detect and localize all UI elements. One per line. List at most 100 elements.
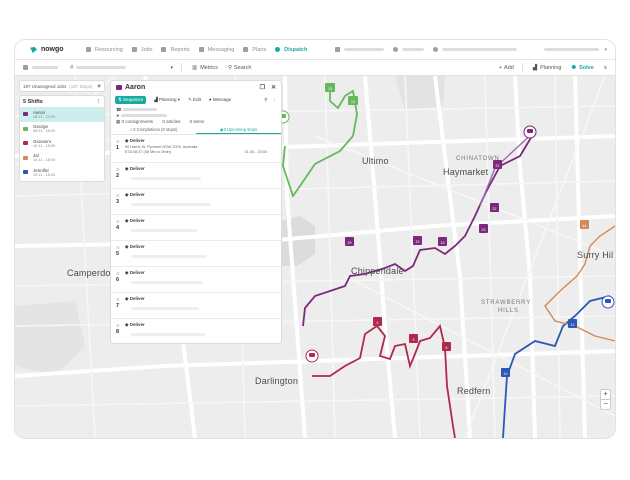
stop-row[interactable]: ☰ 1 ◆ Deliver 50 Harris St, Pyrmont NSW … bbox=[111, 135, 281, 163]
menu-button[interactable]: ≡ bbox=[604, 65, 607, 71]
chevron-down-icon: ▾ bbox=[604, 46, 607, 53]
search-button[interactable]: ⚲ Search bbox=[228, 65, 251, 71]
nav-resourcing[interactable]: Resourcing bbox=[86, 47, 123, 53]
edit-button[interactable]: ✎ Edit bbox=[188, 97, 201, 103]
stop-row[interactable]: ☰ 6 ◆ Deliver bbox=[111, 267, 281, 293]
date-selector[interactable]: # ▾ bbox=[23, 65, 173, 71]
shift-time: 10:11 - 15:00 bbox=[33, 143, 56, 148]
stop-marker[interactable]: 12 bbox=[568, 319, 577, 328]
solve-button[interactable]: ✺ Solve bbox=[571, 65, 593, 71]
stop-row[interactable]: ☰ 3 ◆ Deliver bbox=[111, 189, 281, 215]
placeholder-bar bbox=[121, 114, 168, 117]
depot-pin[interactable] bbox=[601, 295, 615, 309]
more-vertical-icon[interactable]: ⋮ bbox=[273, 97, 278, 103]
map-label-hills: HILLS bbox=[498, 308, 519, 314]
nav-dispatch[interactable]: Dispatch bbox=[275, 47, 307, 53]
eye-icon[interactable]: ◉ bbox=[97, 83, 101, 89]
svg-text:6: 6 bbox=[446, 346, 448, 350]
stop-marker[interactable]: 6 bbox=[442, 342, 451, 351]
stop-marker[interactable]: 4 bbox=[373, 317, 382, 326]
map-label-strawberry: STRAWBERRY bbox=[481, 300, 532, 306]
stop-type: Deliver bbox=[129, 166, 145, 171]
shift-row-aaron[interactable]: Aaron 08:21 - 13:00 bbox=[20, 107, 104, 122]
brand-logo[interactable]: nowgo bbox=[29, 46, 77, 54]
message-icon bbox=[198, 47, 204, 52]
stop-row[interactable]: ☰ 5 ◆ Deliver bbox=[111, 241, 281, 267]
solve-label: Solve bbox=[579, 64, 594, 71]
more-vertical-icon[interactable]: ⋮ bbox=[96, 99, 102, 105]
solve-icon: ✺ bbox=[571, 64, 577, 71]
sequence-button[interactable]: ⇅ Sequence bbox=[115, 95, 147, 104]
nowgo-logo-icon bbox=[29, 46, 38, 53]
filter-placeholder-2[interactable] bbox=[393, 47, 425, 52]
stop-row[interactable]: ☰ 4 ◆ Deliver bbox=[111, 215, 281, 241]
nav-reports[interactable]: Reports bbox=[161, 47, 190, 53]
stop-type: Deliver bbox=[129, 218, 145, 223]
shift-row-jal[interactable]: Jal 10:11 - 15:00 bbox=[20, 151, 104, 166]
drag-handle-icon[interactable]: ☰ bbox=[116, 297, 120, 302]
drag-handle-icon[interactable]: ☰ bbox=[116, 271, 120, 276]
filter-placeholder-1[interactable] bbox=[335, 47, 385, 52]
nav-plans[interactable]: Plans bbox=[243, 47, 266, 53]
stop-marker[interactable]: 22 bbox=[490, 203, 499, 212]
stop-row[interactable]: ☰ 8 ◆ Deliver bbox=[111, 319, 281, 343]
shift-row-giovanni[interactable]: Giovanni 10:11 - 15:00 bbox=[20, 136, 104, 151]
map-view[interactable]: 13 12 22 21 23 13 13 29 4 3 6 10 12 44 U… bbox=[15, 75, 615, 438]
items-count: 0 items bbox=[189, 119, 205, 124]
chevron-down-icon: ▾ bbox=[176, 96, 181, 102]
nav-messaging[interactable]: Messaging bbox=[198, 47, 234, 53]
driver-header: Aaron ❐ ✕ bbox=[111, 81, 281, 94]
zoom-out-button[interactable]: − bbox=[601, 400, 610, 409]
stop-marker[interactable]: 3 bbox=[409, 334, 418, 343]
stop-number: 1 bbox=[116, 145, 120, 151]
placeholder-bar bbox=[131, 281, 203, 284]
zoom-in-button[interactable]: + bbox=[601, 390, 610, 400]
svg-text:13: 13 bbox=[441, 241, 445, 245]
drag-handle-icon[interactable]: ☰ bbox=[116, 219, 120, 224]
planning-dropdown[interactable]: ▟ Planning ▾ bbox=[154, 97, 180, 103]
nav-jobs[interactable]: Jobs bbox=[131, 46, 153, 53]
shift-row-jennifer[interactable]: Jennifer 10:11 - 15:00 bbox=[20, 165, 104, 180]
nav-label: Jobs bbox=[140, 46, 153, 53]
account-menu[interactable]: ▾ bbox=[544, 47, 607, 53]
stop-row[interactable]: ☰ 7 ◆ Deliver bbox=[111, 293, 281, 319]
depot-pin[interactable] bbox=[523, 125, 537, 139]
stop-row[interactable]: ☰ 2 ◆ Deliver bbox=[111, 163, 281, 189]
map-label-chinatown: CHINATOWN bbox=[456, 156, 500, 162]
copy-icon[interactable]: ❐ bbox=[260, 84, 265, 91]
tab-completions[interactable]: ✓ 0 Completions (0 stops) bbox=[111, 125, 196, 134]
search-icon: ⚲ bbox=[227, 64, 232, 71]
add-button[interactable]: + Add bbox=[499, 65, 514, 71]
shift-row-george[interactable]: George 08:21 - 15:00 bbox=[20, 122, 104, 137]
stop-type: Deliver bbox=[129, 270, 145, 275]
drag-handle-icon[interactable]: ☰ bbox=[116, 139, 120, 144]
articles-count: 0 articles bbox=[162, 119, 181, 124]
nav-label: Dispatch bbox=[284, 46, 308, 53]
placeholder-bar bbox=[76, 66, 127, 69]
divider bbox=[521, 63, 523, 72]
svg-text:3: 3 bbox=[413, 338, 415, 342]
drag-handle-icon[interactable]: ☰ bbox=[116, 193, 120, 198]
stop-marker[interactable]: 12 bbox=[348, 96, 358, 105]
unassigned-jobs-button[interactable]: 197 Unassigned Jobs (197 Stops) ◉ bbox=[19, 80, 105, 92]
metrics-button[interactable]: ▥ Metrics bbox=[192, 65, 218, 71]
search-icon[interactable]: ⚲ bbox=[264, 97, 267, 103]
planning-button[interactable]: ▟ Planning bbox=[533, 65, 562, 71]
svg-text:4: 4 bbox=[377, 321, 379, 325]
stop-marker[interactable]: 13 bbox=[325, 83, 335, 92]
stop-marker[interactable]: 13 bbox=[413, 236, 422, 245]
drag-handle-icon[interactable]: ☰ bbox=[116, 167, 120, 172]
svg-text:10: 10 bbox=[504, 372, 508, 376]
drag-handle-icon[interactable]: ☰ bbox=[116, 323, 120, 328]
depot-pin[interactable] bbox=[305, 349, 319, 363]
stop-marker[interactable]: 13 bbox=[438, 237, 447, 246]
stop-marker[interactable]: 44 bbox=[580, 220, 589, 229]
stop-marker[interactable]: 29 bbox=[345, 237, 354, 246]
drag-handle-icon[interactable]: ☰ bbox=[116, 245, 120, 250]
stop-marker[interactable]: 23 bbox=[479, 224, 488, 233]
message-button[interactable]: ● Message bbox=[209, 97, 231, 102]
stop-marker[interactable]: 10 bbox=[501, 368, 510, 377]
tab-upcoming[interactable]: ◉ 0 Upcoming stops bbox=[196, 125, 281, 134]
filter-placeholder-3[interactable] bbox=[433, 47, 518, 52]
close-icon[interactable]: ✕ bbox=[271, 84, 276, 91]
